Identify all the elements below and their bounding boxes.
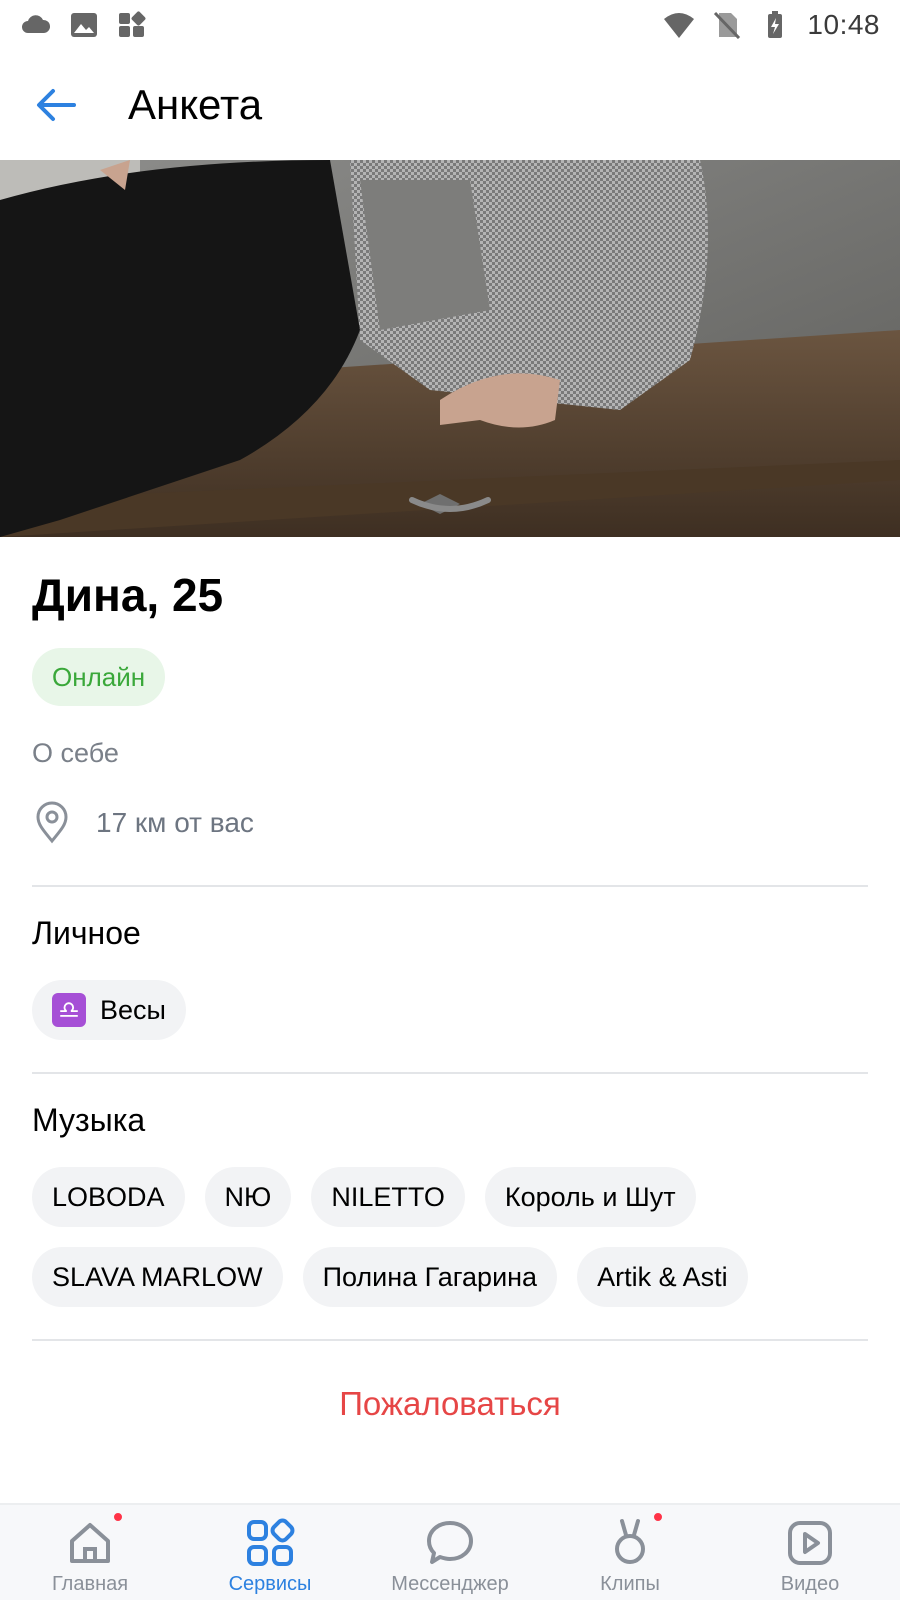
battery-charging-icon (768, 11, 783, 38)
music-chip[interactable]: LOBODA (32, 1167, 185, 1227)
music-chips-row-1: LOBODA NЮ NILETTO Король и Шут (32, 1167, 868, 1227)
nav-label: Видео (780, 1573, 840, 1595)
report-button[interactable]: Пожаловаться (0, 1385, 900, 1423)
music-chip[interactable]: Artik & Asti (577, 1247, 748, 1307)
clips-icon (604, 1511, 664, 1569)
section-title-music: Музыка (32, 1102, 146, 1138)
nav-label: Главная (51, 1573, 129, 1595)
cloud-icon (22, 15, 51, 33)
nav-label: Сервисы (228, 1573, 312, 1595)
divider (32, 885, 868, 887)
nav-item-messenger[interactable]: Мессенджер (360, 1505, 540, 1600)
zodiac-label: Весы (100, 994, 166, 1025)
bottom-nav: Главная Сервисы Мессенджер Клипы Видео (0, 1503, 900, 1600)
arrow-left-icon (37, 89, 76, 121)
music-chip[interactable]: SLAVA MARLOW (32, 1247, 283, 1307)
messenger-icon (424, 1517, 476, 1569)
no-sim-icon (714, 11, 741, 39)
services-icon (244, 1517, 296, 1569)
about-label: О себе (32, 738, 119, 768)
nav-item-video[interactable]: Видео (720, 1505, 900, 1600)
status-left-icons (20, 11, 148, 39)
nav-label: Мессенджер (391, 1573, 509, 1595)
zodiac-chip[interactable]: ♎ Весы (32, 980, 186, 1040)
distance-text: 17 км от вас (96, 807, 254, 838)
online-status-badge: Онлайн (32, 648, 166, 706)
wifi-icon (664, 13, 695, 38)
home-icon (64, 1511, 124, 1569)
gallery-icon (71, 13, 97, 37)
distance-row: 17 км от вас (32, 801, 868, 845)
video-icon (784, 1517, 836, 1569)
personal-chips: ♎ Весы (32, 980, 868, 1040)
notification-dot (652, 1511, 664, 1523)
location-pin-icon (36, 801, 68, 844)
music-chips-row-2: SLAVA MARLOW Полина Гагарина Artik & Ast… (32, 1247, 868, 1307)
app-bar: Анкета (0, 50, 900, 160)
notification-dot (112, 1511, 124, 1523)
divider (32, 1339, 868, 1341)
photo-illustration (0, 160, 900, 537)
music-chip[interactable]: Король и Шут (484, 1167, 696, 1227)
music-chip[interactable]: Полина Гагарина (302, 1247, 558, 1307)
status-time: 10:48 (807, 9, 880, 40)
nav-item-clips[interactable]: Клипы (540, 1505, 720, 1600)
music-chip[interactable]: NЮ (204, 1167, 292, 1227)
profile-photo[interactable] (0, 160, 900, 537)
page-title: Анкета (128, 81, 263, 128)
nav-item-home[interactable]: Главная (0, 1505, 180, 1600)
status-right-icons: 10:48 (663, 9, 880, 41)
profile-name: Дина, 25 (32, 569, 224, 621)
section-title-personal: Личное (32, 915, 141, 951)
music-chip[interactable]: NILETTO (311, 1167, 465, 1227)
libra-icon: ♎ (52, 993, 86, 1027)
nav-label: Клипы (600, 1573, 660, 1595)
nav-item-services[interactable]: Сервисы (180, 1505, 360, 1600)
status-bar: 10:48 (0, 0, 900, 50)
divider (32, 1072, 868, 1074)
back-button[interactable] (28, 77, 84, 133)
profile-content: Дина, 25 Онлайн О себе 17 км от вас Личн… (32, 537, 868, 1341)
apps-icon (119, 11, 146, 37)
